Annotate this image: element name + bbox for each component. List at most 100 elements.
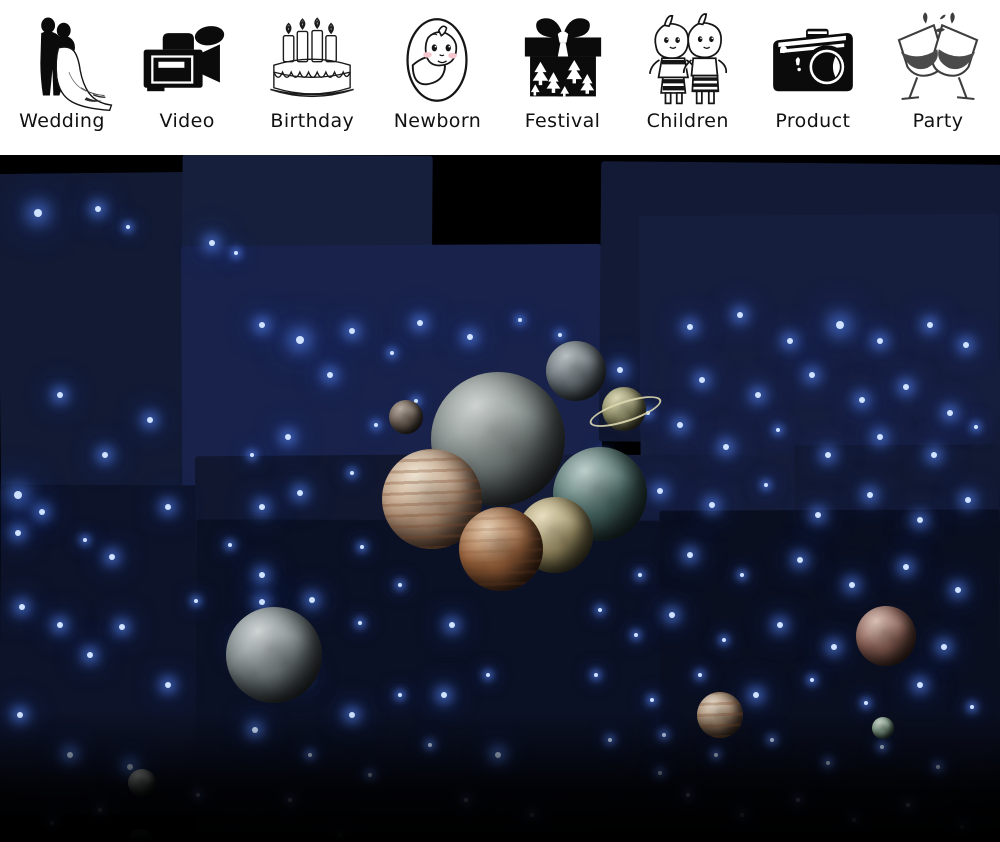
star <box>849 582 855 588</box>
category-label: Children <box>646 110 729 132</box>
star <box>650 698 654 702</box>
category-label: Party <box>912 110 964 132</box>
star <box>165 682 171 688</box>
star <box>39 509 45 515</box>
star <box>17 712 23 718</box>
star <box>338 833 342 837</box>
star <box>441 692 447 698</box>
star <box>119 624 125 630</box>
category-label: Video <box>159 110 215 132</box>
video-camera-icon <box>135 6 239 114</box>
category-label: Festival <box>524 110 601 132</box>
category-label: Birthday <box>270 110 355 132</box>
space-backdrop-banner <box>0 155 1000 842</box>
star <box>936 765 940 769</box>
star <box>196 793 200 797</box>
jupiter-small-lower <box>697 692 743 738</box>
star <box>228 543 232 547</box>
tiny-pale-green-moon <box>872 717 894 739</box>
star <box>714 753 718 757</box>
swaddled-baby-icon <box>385 6 489 114</box>
planet-bands <box>459 507 543 591</box>
star <box>927 322 933 328</box>
star <box>796 798 800 802</box>
star <box>859 397 865 403</box>
category-label: Wedding <box>19 110 105 132</box>
star <box>360 545 364 549</box>
star <box>955 587 961 593</box>
star <box>102 452 108 458</box>
star <box>797 557 803 563</box>
star <box>917 517 923 523</box>
category-item-product[interactable]: Product <box>757 6 869 155</box>
star <box>906 803 910 807</box>
star <box>965 497 971 503</box>
tiny-grey-moon-left <box>128 769 156 797</box>
star <box>963 342 969 348</box>
star <box>87 652 93 658</box>
star <box>398 693 402 697</box>
star <box>19 604 25 610</box>
star <box>234 251 238 255</box>
star <box>250 453 254 457</box>
star <box>50 821 54 825</box>
star <box>638 573 642 577</box>
star <box>67 752 73 758</box>
category-label: Newborn <box>393 110 482 132</box>
star <box>530 813 534 817</box>
star <box>495 752 501 758</box>
star <box>809 372 815 378</box>
star <box>787 338 793 344</box>
planet-surface-texture <box>128 769 156 797</box>
star <box>634 633 638 637</box>
star <box>57 392 63 398</box>
category-label: Product <box>775 110 851 132</box>
category-item-children[interactable]: Children <box>632 6 744 155</box>
planet-surface-texture <box>856 606 916 666</box>
star <box>917 682 923 688</box>
star <box>764 483 768 487</box>
star <box>309 597 315 603</box>
category-item-party[interactable]: Party <box>882 6 994 155</box>
star <box>14 491 22 499</box>
star <box>147 417 153 423</box>
star <box>308 753 312 757</box>
star <box>947 410 953 416</box>
star <box>350 471 354 475</box>
star <box>753 692 759 698</box>
category-item-newborn[interactable]: Newborn <box>381 6 493 155</box>
star <box>194 599 198 603</box>
mars-rusty-planet <box>459 507 543 591</box>
star <box>722 638 726 642</box>
star <box>617 367 623 373</box>
gift-box-icon <box>511 6 615 114</box>
photo-camera-icon <box>761 6 865 114</box>
category-bar: Wedding Video Birthday Newborn Festival … <box>0 0 1000 155</box>
star <box>98 808 102 812</box>
category-item-birthday[interactable]: Birthday <box>256 6 368 155</box>
star <box>464 798 468 802</box>
star <box>903 384 909 390</box>
star <box>126 225 130 229</box>
star <box>368 773 372 777</box>
star <box>296 336 304 344</box>
category-item-video[interactable]: Video <box>131 6 243 155</box>
star <box>349 712 355 718</box>
tiny-striped-moon-left <box>389 400 423 434</box>
star <box>297 490 303 496</box>
star <box>608 738 612 742</box>
star <box>428 743 432 747</box>
star <box>95 206 101 212</box>
star <box>288 798 292 802</box>
star <box>826 761 830 765</box>
category-item-festival[interactable]: Festival <box>507 6 619 155</box>
planet-surface-texture <box>546 341 606 401</box>
planet-surface-texture <box>389 400 423 434</box>
star <box>831 644 837 650</box>
star <box>867 492 873 498</box>
star <box>686 793 690 797</box>
clinking-wine-glasses-icon <box>886 6 990 114</box>
star <box>776 428 780 432</box>
category-item-wedding[interactable]: Wedding <box>6 6 118 155</box>
star <box>15 530 21 536</box>
